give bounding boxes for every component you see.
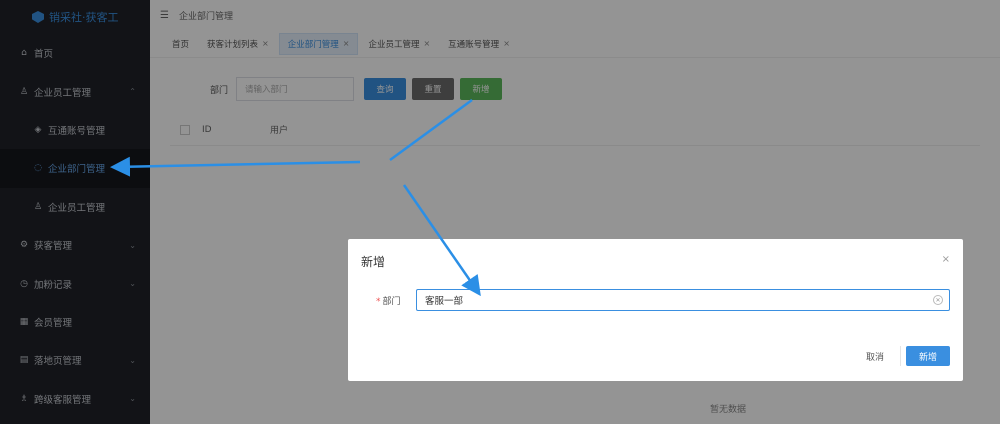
- cancel-button[interactable]: 取消: [854, 346, 896, 366]
- clear-icon[interactable]: ✕: [933, 295, 943, 305]
- close-icon[interactable]: ×: [942, 254, 950, 265]
- dept-field-label: * 部门: [376, 294, 401, 307]
- button-divider: [900, 346, 901, 366]
- add-dept-dialog: 新增 × * 部门 客服一部 ✕ 取消 新增: [348, 239, 963, 381]
- dept-field-label-text: 部门: [382, 297, 401, 307]
- dept-name-input[interactable]: 客服一部 ✕: [416, 289, 950, 311]
- required-mark: *: [376, 297, 381, 307]
- dept-name-value: 客服一部: [425, 296, 464, 307]
- dialog-title: 新增: [361, 255, 386, 269]
- confirm-add-button[interactable]: 新增: [906, 346, 950, 366]
